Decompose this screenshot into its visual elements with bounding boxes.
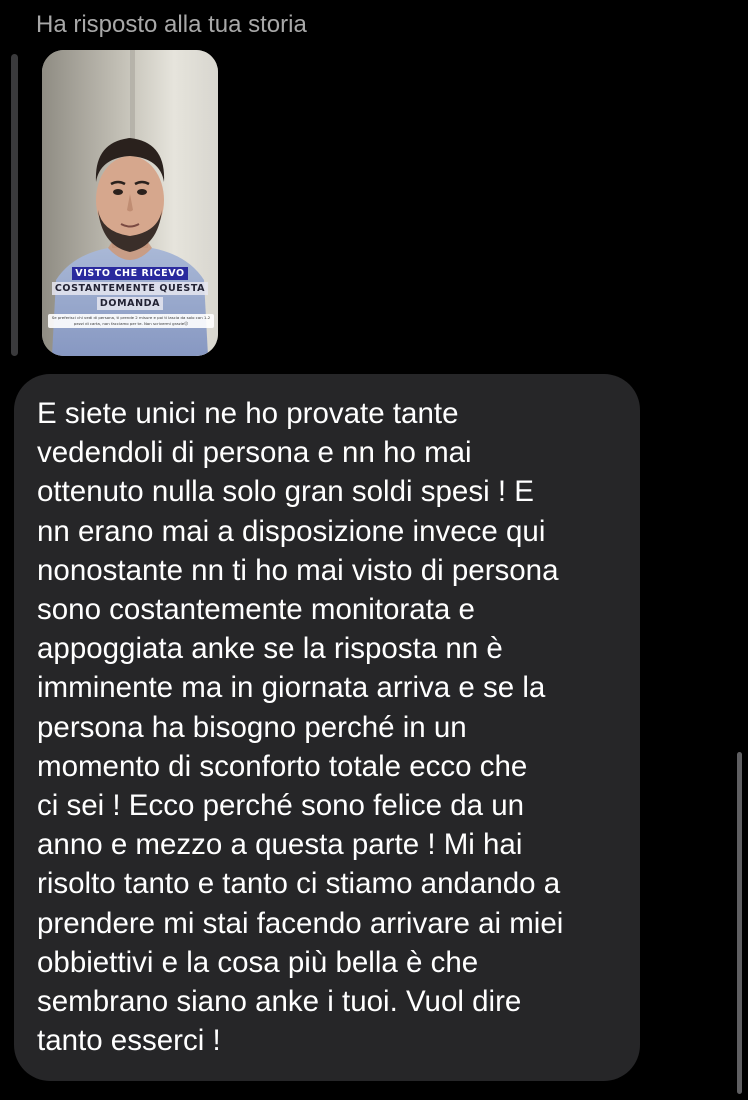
message-text: E siete unici ne ho provate tante vedend… — [37, 397, 564, 1058]
story-caption-line-1: VISTO CHE RICEVO — [42, 267, 218, 280]
quote-bar — [11, 54, 18, 356]
message-bubble[interactable]: E siete unici ne ho provate tante vedend… — [14, 374, 640, 1081]
story-caption-line-3: DOMANDA — [42, 297, 218, 310]
story-caption-line-2: COSTANTEMENTE QUESTA — [42, 282, 218, 295]
story-thumbnail[interactable]: VISTO CHE RICEVO COSTANTEMENTE QUESTA DO… — [42, 50, 218, 356]
story-small-caption: Se preferisci chi vedi di persona, ti pr… — [48, 314, 214, 328]
scrollbar[interactable] — [737, 752, 742, 1094]
story-photo — [42, 50, 218, 356]
reply-header: Ha risposto alla tua storia — [36, 11, 307, 38]
